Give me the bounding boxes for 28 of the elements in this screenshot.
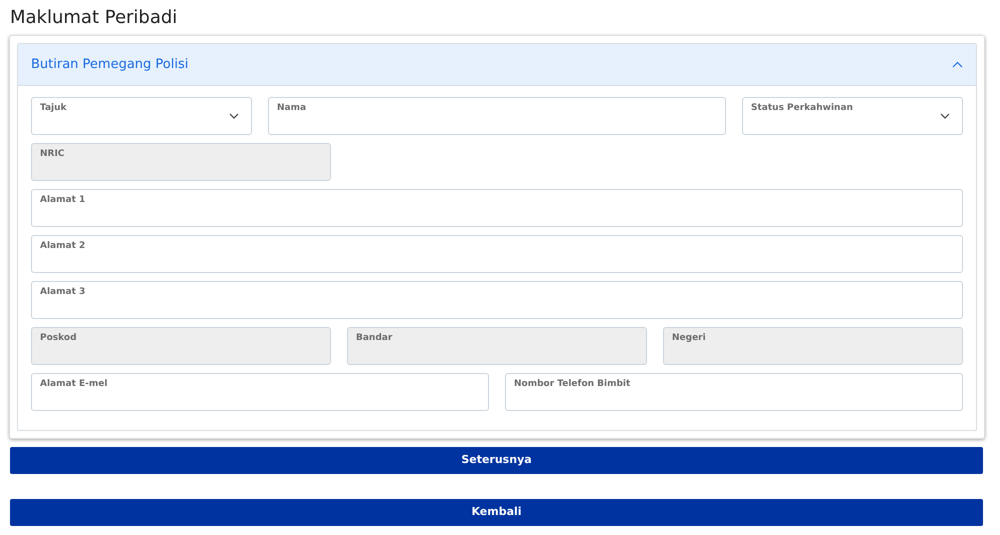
input-field[interactable]: Nombor Telefon Bimbit bbox=[505, 373, 963, 411]
nav-button[interactable]: Kembali bbox=[10, 499, 983, 526]
accordion-header[interactable]: Butiran Pemegang Polisi bbox=[18, 44, 976, 86]
input-field[interactable]: Alamat 3 bbox=[31, 281, 963, 319]
chevron-down-icon bbox=[940, 113, 950, 119]
field-label: NRIC bbox=[40, 150, 64, 159]
field-label: Poskod bbox=[40, 334, 77, 343]
field-label: Negeri bbox=[672, 334, 706, 343]
field-label: Bandar bbox=[356, 334, 392, 343]
section-title: Butiran Pemegang Polisi bbox=[31, 56, 188, 74]
select-field[interactable]: Tajuk bbox=[31, 97, 252, 135]
field-label: Alamat 2 bbox=[40, 242, 86, 251]
input-field[interactable]: Alamat 2 bbox=[31, 235, 963, 273]
page-title: Maklumat Peribadi bbox=[10, 6, 178, 30]
input-field[interactable]: Alamat 1 bbox=[31, 189, 963, 227]
chevron-up-icon bbox=[952, 61, 963, 68]
field-label: Alamat 3 bbox=[40, 288, 86, 297]
field-label: Alamat 1 bbox=[40, 196, 86, 205]
nav-button[interactable]: Seterusnya bbox=[10, 447, 983, 474]
field-label: Alamat E-mel bbox=[40, 380, 108, 389]
field-label: Nombor Telefon Bimbit bbox=[514, 380, 630, 389]
select-field[interactable]: Status Perkahwinan bbox=[742, 97, 963, 135]
field-label: Status Perkahwinan bbox=[751, 104, 853, 113]
input-field[interactable]: Nama bbox=[268, 97, 726, 135]
field-label: Tajuk bbox=[40, 104, 67, 113]
field-label: Nama bbox=[277, 104, 306, 113]
chevron-down-icon bbox=[229, 113, 239, 119]
input-field[interactable]: Alamat E-mel bbox=[31, 373, 489, 411]
